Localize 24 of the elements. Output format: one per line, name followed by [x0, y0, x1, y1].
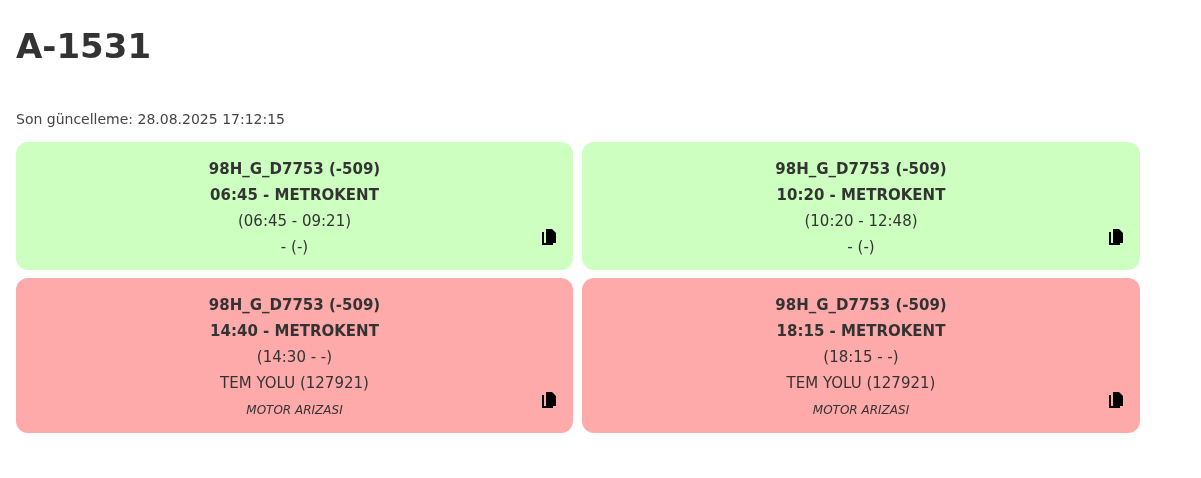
note-text: MOTOR ARIZASI — [246, 402, 343, 417]
departure-text: 06:45 - METROKENT — [210, 185, 379, 204]
time-range-text: (14:30 - -) — [256, 347, 333, 366]
time-range-text: (18:15 - -) — [823, 347, 899, 366]
time-range-text: (06:45 - 09:21) — [237, 211, 352, 230]
time-range-text: (10:20 - 12:48) — [804, 211, 918, 230]
vehicle-text: 98H_G_D7753 (-509) — [208, 295, 381, 314]
copy-icon[interactable] — [541, 390, 557, 409]
copy-icon[interactable] — [541, 227, 557, 246]
departure-text: 10:20 - METROKENT — [776, 185, 946, 204]
last-update-text: Son güncelleme: 28.08.2025 17:12:15 — [16, 109, 286, 129]
location-text: - (-) — [847, 237, 875, 256]
note-text: MOTOR ARIZASI — [812, 402, 910, 417]
location-text: TEM YOLU (127921) — [786, 373, 936, 392]
page-title: A-1531 — [16, 26, 153, 67]
departure-text: 18:15 - METROKENT — [776, 321, 946, 340]
location-text: - (-) — [280, 237, 309, 256]
vehicle-text: 98H_G_D7753 (-509) — [775, 159, 947, 178]
vehicle-text: 98H_G_D7753 (-509) — [775, 295, 947, 314]
copy-icon[interactable] — [1108, 227, 1124, 246]
copy-icon[interactable] — [1108, 390, 1124, 409]
location-text: TEM YOLU (127921) — [220, 373, 369, 392]
departure-text: 14:40 - METROKENT — [210, 321, 379, 340]
vehicle-text: 98H_G_D7753 (-509) — [208, 159, 381, 178]
